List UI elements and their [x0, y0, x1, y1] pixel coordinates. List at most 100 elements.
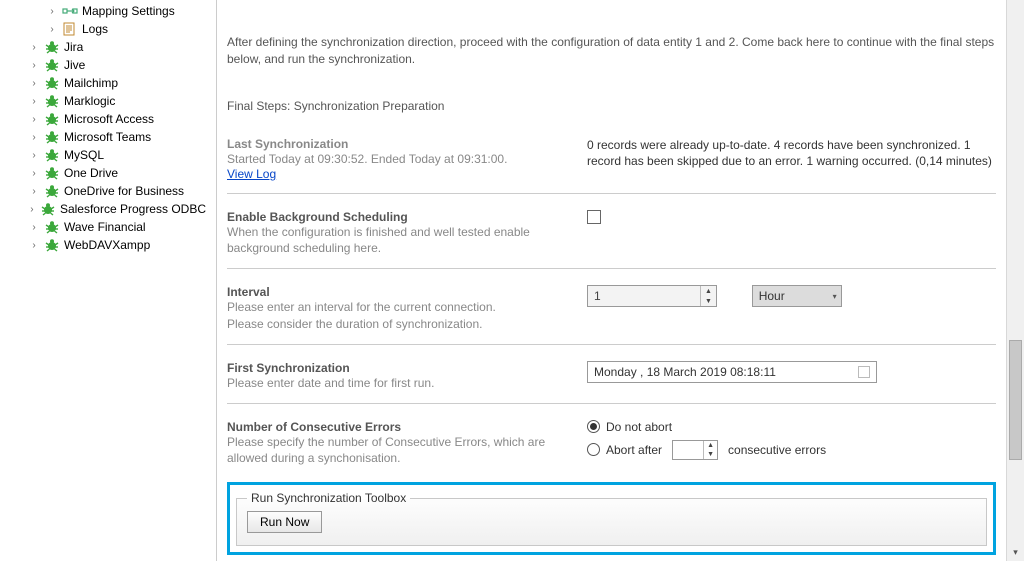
first-sync-value: Monday , 18 March 2019 08:18:11	[594, 365, 776, 379]
interval-desc1: Please enter an interval for the current…	[227, 299, 571, 315]
sidebar-item[interactable]: › Mailchimp	[4, 74, 206, 92]
connector-icon	[44, 40, 60, 54]
chevron-right-icon: ›	[46, 24, 58, 35]
sidebar-item-label: WebDAVXampp	[64, 238, 150, 252]
sidebar-item[interactable]: › MySQL	[4, 146, 206, 164]
sidebar-item[interactable]: › One Drive	[4, 164, 206, 182]
sidebar-item-label: One Drive	[64, 166, 118, 180]
first-sync-datetime-input[interactable]: Monday , 18 March 2019 08:18:11	[587, 361, 877, 383]
row-last-sync: Last Synchronization Started Today at 09…	[227, 129, 996, 183]
final-steps-title: Final Steps: Synchronization Preparation	[227, 99, 996, 113]
first-sync-title: First Synchronization	[227, 361, 571, 375]
interval-value: 1	[588, 289, 700, 303]
interval-desc2: Please consider the duration of synchron…	[227, 316, 571, 332]
run-now-button[interactable]: Run Now	[247, 511, 322, 533]
chevron-right-icon: ›	[28, 114, 40, 125]
connector-icon	[44, 220, 60, 234]
interval-title: Interval	[227, 285, 571, 299]
sidebar-tree: › Mapping Settings › Logs › Jira › Jive › Mai…	[0, 0, 210, 561]
chevron-right-icon: ›	[28, 78, 40, 89]
connector-icon	[44, 238, 60, 252]
chevron-right-icon: ›	[28, 222, 40, 233]
connector-icon	[44, 94, 60, 108]
sidebar-item[interactable]: › Jive	[4, 56, 206, 74]
sidebar-item-label: Microsoft Teams	[64, 130, 151, 144]
chevron-right-icon: ›	[28, 132, 40, 143]
scroll-down-icon[interactable]: ▾	[1007, 543, 1024, 561]
sidebar-item-label: Salesforce Progress ODBC	[60, 202, 206, 216]
sidebar-item-label: MySQL	[64, 148, 104, 162]
sidebar-item-label: Wave Financial	[64, 220, 146, 234]
chevron-right-icon: ›	[28, 168, 40, 179]
row-consecutive-errors: Number of Consecutive Errors Please spec…	[227, 412, 996, 468]
connector-icon	[44, 148, 60, 162]
row-interval: Interval Please enter an interval for th…	[227, 277, 996, 333]
radio-do-not-abort[interactable]	[587, 420, 600, 433]
chevron-right-icon: ›	[28, 96, 40, 107]
interval-unit-select[interactable]: Hour ▾	[752, 285, 842, 307]
sidebar-item[interactable]: › Microsoft Teams	[4, 128, 206, 146]
radio-label-pre: Abort after	[606, 443, 662, 457]
sidebar-item[interactable]: ›Salesforce Progress ODBC	[4, 200, 206, 218]
sidebar-item-label: Microsoft Access	[64, 112, 154, 126]
sidebar-item-label: Jive	[64, 58, 85, 72]
tree-item-mapping-settings[interactable]: › Mapping Settings	[4, 2, 206, 20]
sidebar-item-label: Mailchimp	[64, 76, 118, 90]
last-sync-title: Last Synchronization	[227, 137, 571, 151]
radio-label-post: consecutive errors	[728, 443, 826, 457]
tree-item-logs[interactable]: › Logs	[4, 20, 206, 38]
last-sync-stats: 0 records were already up-to-date. 4 rec…	[587, 137, 996, 169]
tree-item-label: Logs	[82, 22, 108, 36]
spinner-icon[interactable]: ▲▼	[703, 441, 717, 459]
last-sync-desc: Started Today at 09:30:52. Ended Today a…	[227, 151, 571, 167]
chevron-right-icon: ›	[28, 186, 40, 197]
run-sync-highlight: Run Synchronization Toolbox Run Now	[227, 482, 996, 555]
connector-icon	[44, 130, 60, 144]
first-sync-desc: Please enter date and time for first run…	[227, 375, 571, 391]
chevron-down-icon: ▾	[833, 292, 837, 301]
sidebar-item[interactable]: › Jira	[4, 38, 206, 56]
scroll-thumb[interactable]	[1009, 340, 1022, 460]
row-bg-scheduling: Enable Background Scheduling When the co…	[227, 202, 996, 258]
chevron-right-icon: ›	[28, 150, 40, 161]
sidebar-item[interactable]: › WebDAVXampp	[4, 236, 206, 254]
intro-text: After defining the synchronization direc…	[227, 34, 996, 69]
chevron-right-icon: ›	[28, 240, 40, 251]
toolbox-title: Run Synchronization Toolbox	[247, 491, 410, 505]
sidebar-item-label: Marklogic	[64, 94, 115, 108]
connector-icon	[44, 166, 60, 180]
connector-icon	[44, 112, 60, 126]
row-first-sync: First Synchronization Please enter date …	[227, 353, 996, 393]
sidebar-item[interactable]: › Wave Financial	[4, 218, 206, 236]
vertical-scrollbar[interactable]: ▾	[1006, 0, 1024, 561]
sidebar-item[interactable]: › Marklogic	[4, 92, 206, 110]
mapping-icon	[62, 4, 78, 18]
bg-desc: When the configuration is finished and w…	[227, 224, 571, 256]
connector-icon	[44, 58, 60, 72]
sidebar-item-label: Jira	[64, 40, 83, 54]
interval-value-input[interactable]: 1 ▲▼	[587, 285, 717, 307]
errors-desc: Please specify the number of Consecutive…	[227, 434, 571, 466]
abort-after-count-input[interactable]: ▲▼	[672, 440, 718, 460]
run-sync-toolbox: Run Synchronization Toolbox Run Now	[236, 491, 987, 546]
bg-scheduling-checkbox[interactable]	[587, 210, 601, 224]
bg-title: Enable Background Scheduling	[227, 210, 571, 224]
radio-label: Do not abort	[606, 420, 672, 434]
chevron-right-icon: ›	[46, 6, 58, 17]
errors-title: Number of Consecutive Errors	[227, 420, 571, 434]
chevron-right-icon: ›	[28, 42, 40, 53]
chevron-right-icon: ›	[28, 60, 40, 71]
radio-abort-after[interactable]	[587, 443, 600, 456]
interval-unit: Hour	[759, 289, 785, 303]
sidebar-item-label: OneDrive for Business	[64, 184, 184, 198]
logs-icon	[62, 22, 78, 36]
sidebar-item[interactable]: › OneDrive for Business	[4, 182, 206, 200]
main-content: After defining the synchronization direc…	[217, 0, 1006, 561]
connector-icon	[44, 184, 60, 198]
connector-icon	[40, 202, 56, 216]
sidebar-item[interactable]: › Microsoft Access	[4, 110, 206, 128]
spinner-icon[interactable]: ▲▼	[700, 286, 716, 306]
calendar-icon	[858, 366, 870, 378]
view-log-link[interactable]: View Log	[227, 167, 276, 181]
tree-item-label: Mapping Settings	[82, 4, 175, 18]
